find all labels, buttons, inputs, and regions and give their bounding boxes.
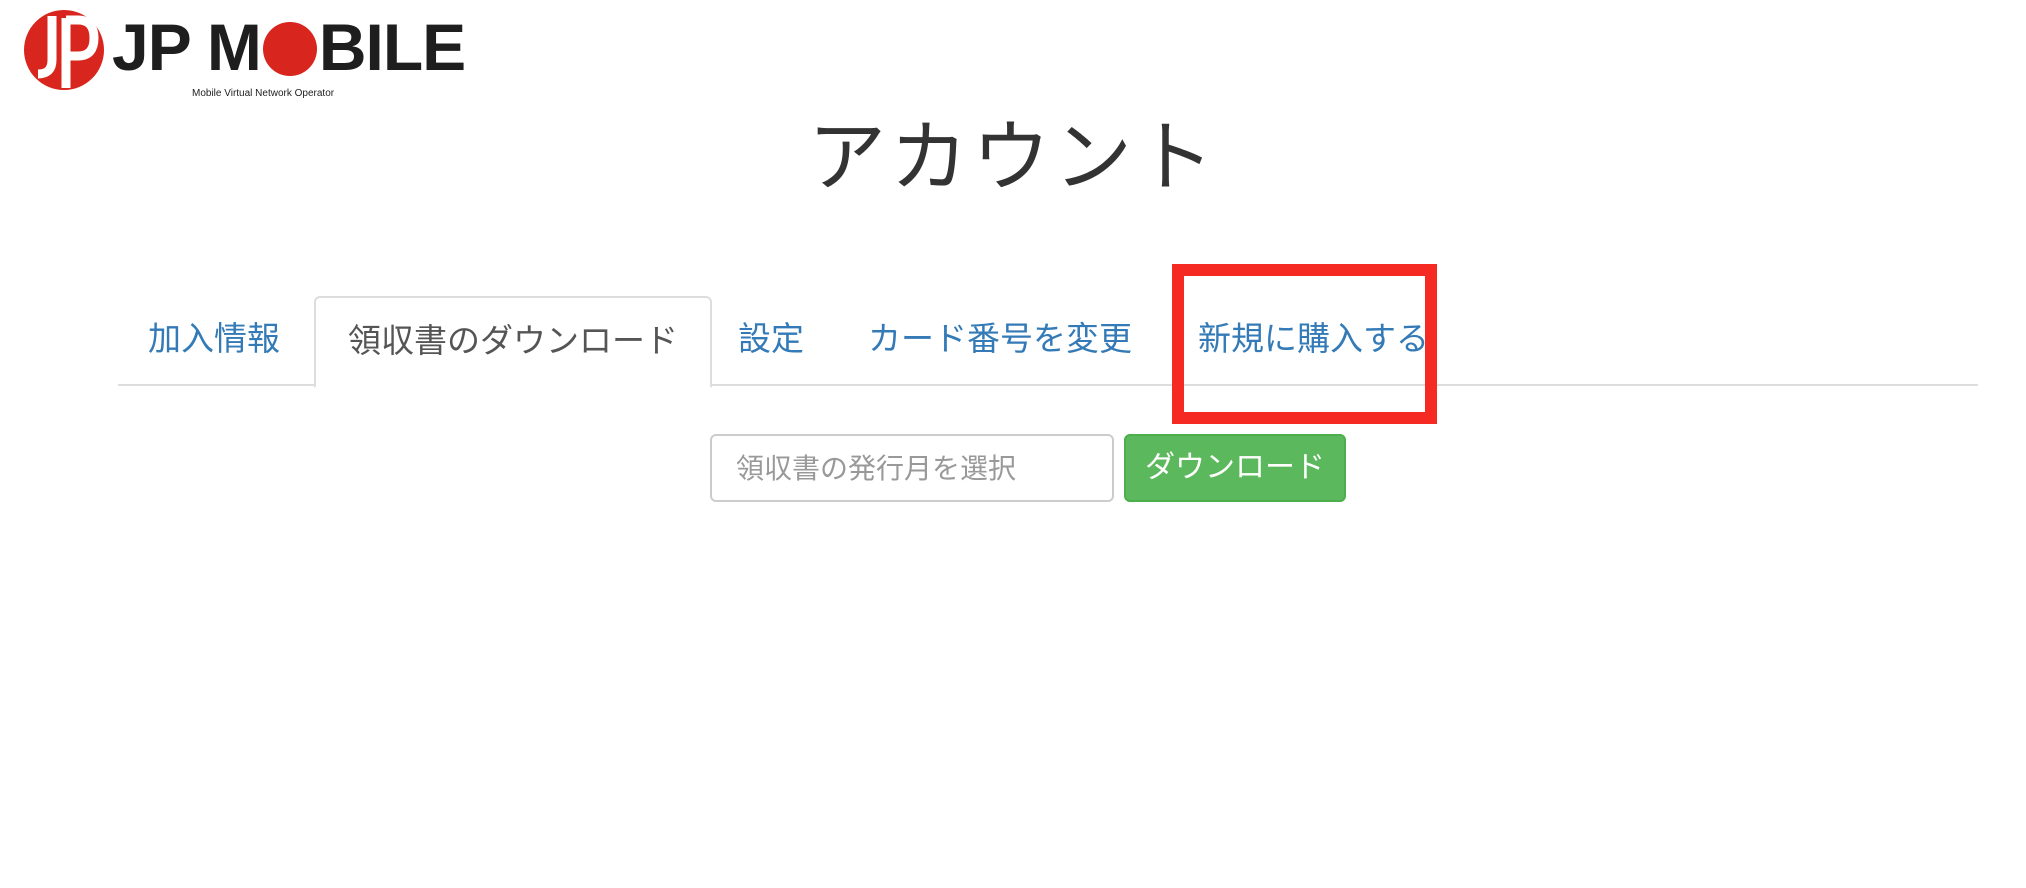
account-tabs: 加入情報 領収書のダウンロード 設定 カード番号を変更 新規に購入する bbox=[118, 296, 1978, 388]
logo-red-dot bbox=[262, 22, 317, 76]
tab-subscription-info[interactable]: 加入情報 bbox=[118, 296, 312, 386]
tab-receipt-download[interactable]: 領収書のダウンロード bbox=[314, 296, 712, 388]
account-page: JP M BILE Mobile Virtual Network Operator… bbox=[0, 0, 2026, 888]
page-title: アカウント bbox=[807, 113, 1218, 203]
logo-wordmark-prefix: JP M bbox=[112, 10, 262, 84]
download-button[interactable]: ダウンロード bbox=[1124, 434, 1346, 502]
logo-wordmark: JP M BILE bbox=[112, 10, 466, 84]
jp-mobile-logo[interactable]: JP M BILE Mobile Virtual Network Operator bbox=[22, 8, 466, 99]
logo-tagline: Mobile Virtual Network Operator bbox=[192, 88, 335, 99]
receipt-month-input[interactable] bbox=[710, 434, 1114, 502]
tab-settings[interactable]: 設定 bbox=[706, 296, 836, 386]
logo-wordmark-suffix: BILE bbox=[318, 10, 466, 84]
jp-logo-icon bbox=[24, 10, 104, 90]
tab-change-card[interactable]: カード番号を変更 bbox=[836, 296, 1164, 386]
tab-new-purchase[interactable]: 新規に購入する bbox=[1166, 296, 1461, 386]
